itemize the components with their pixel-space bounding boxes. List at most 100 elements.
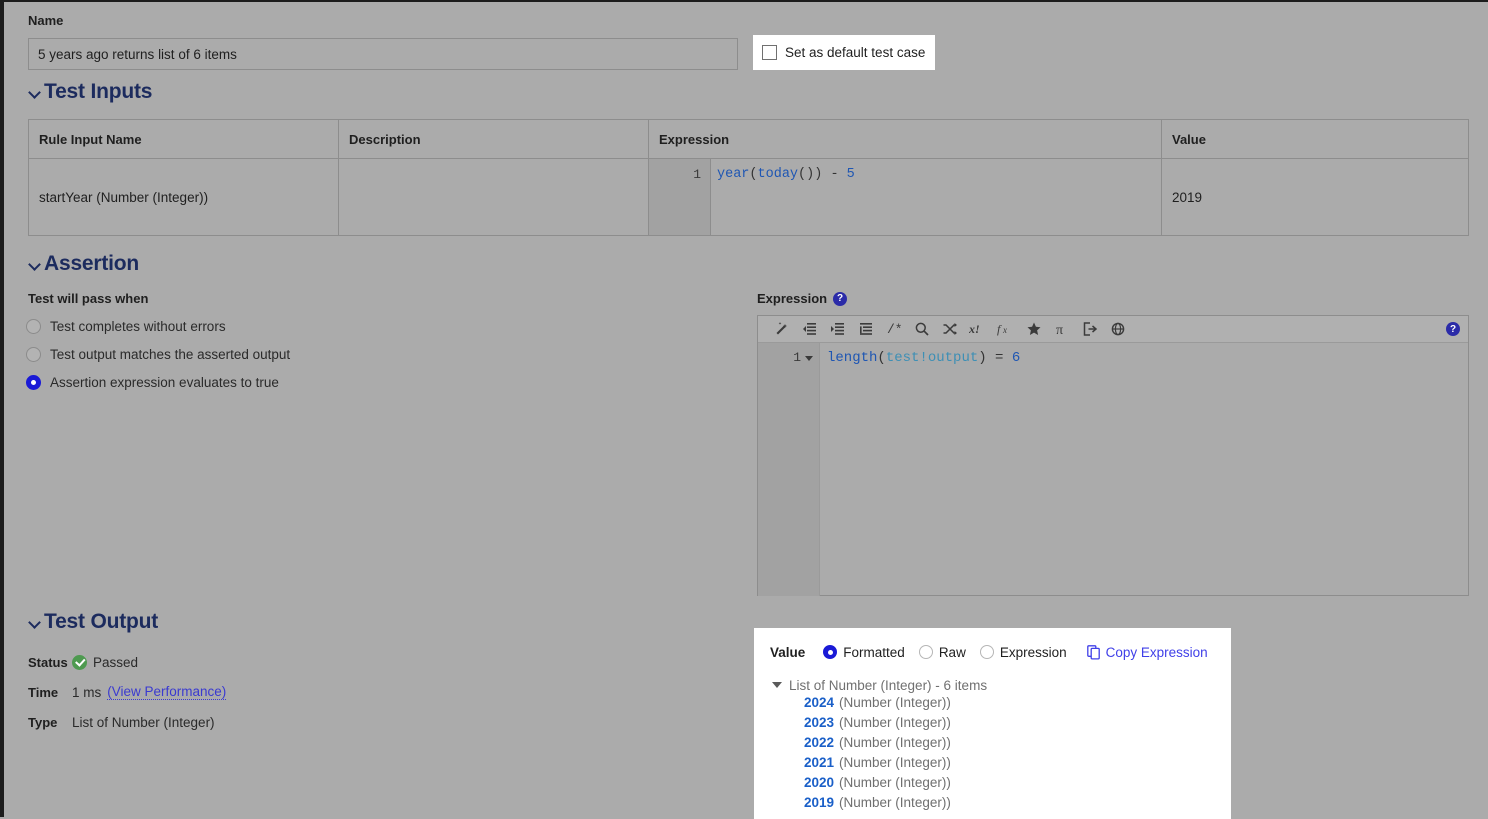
test-inputs-section-header[interactable]: Test Inputs — [28, 80, 152, 104]
shuffle-icon[interactable] — [936, 317, 964, 341]
option-label: Test output matches the asserted output — [50, 346, 291, 362]
chevron-down-icon — [28, 86, 41, 99]
type-row: Type List of Number (Integer) — [28, 707, 226, 737]
time-text: 1 ms — [72, 684, 102, 700]
cell-description — [338, 158, 649, 236]
table-header-row: Rule Input Name Description Expression V… — [28, 119, 1469, 159]
column-header-rule-input-name: Rule Input Name — [28, 119, 339, 159]
svg-text:π: π — [1056, 323, 1063, 337]
star-icon[interactable] — [1020, 317, 1048, 341]
input-expression-line-number: 1 — [649, 159, 711, 235]
mode-label: Formatted — [843, 644, 905, 660]
list-lines-icon[interactable] — [852, 317, 880, 341]
list-item: 2019 (Number (Integer)) — [770, 795, 1231, 815]
cell-expression[interactable]: 1 year(today()) - 5 — [648, 158, 1162, 236]
item-type: (Number (Integer)) — [839, 695, 951, 710]
triangle-down-icon[interactable] — [772, 682, 782, 688]
list-item: 2024 (Number (Integer)) — [770, 695, 1231, 715]
code-token-number: 5 — [846, 167, 855, 182]
item-type: (Number (Integer)) — [839, 775, 951, 790]
test-output-metadata: Status Passed Time 1 ms (View Performanc… — [28, 647, 227, 737]
set-as-default-test-case-row[interactable]: Set as default test case — [753, 35, 935, 70]
expression-editor-body[interactable]: 1 length(test!output) = 6 — [758, 343, 1468, 596]
output-value-panel: Value Formatted Raw Expression Copy Expr… — [754, 628, 1231, 819]
assertion-option-expression-evaluates-true[interactable]: Assertion expression evaluates to true — [26, 368, 290, 396]
item-value: 2022 — [804, 735, 835, 750]
column-header-description: Description — [338, 119, 649, 159]
cell-rule-input-name: startYear (Number (Integer)) — [28, 158, 339, 236]
item-type: (Number (Integer)) — [839, 795, 951, 810]
radio-icon-selected[interactable] — [823, 645, 838, 659]
value-mode-raw[interactable]: Raw — [918, 645, 966, 660]
globe-link-icon[interactable] — [1104, 317, 1132, 341]
code-token-equals: = — [986, 350, 1012, 366]
item-value: 2020 — [804, 775, 835, 790]
svg-text:x: x — [1002, 325, 1007, 335]
output-value-tree: List of Number (Integer) - 6 items 2024 … — [770, 675, 1231, 815]
expression-label-row: Expression ? — [757, 291, 848, 306]
svg-text:x!: x! — [969, 322, 980, 336]
indent-icon[interactable] — [824, 317, 852, 341]
search-icon[interactable] — [908, 317, 936, 341]
assertion-expression-editor[interactable]: /* x! fx π ? 1 length(test!output) = 6 — [757, 315, 1469, 596]
input-expression-code[interactable]: year(today()) - 5 — [711, 159, 855, 235]
test-output-heading-text: Test Output — [44, 610, 159, 633]
fold-caret-icon[interactable] — [805, 356, 813, 361]
code-token-today: today — [757, 167, 799, 182]
assertion-heading-text: Assertion — [44, 252, 140, 275]
editor-help-icon[interactable]: ? — [1446, 322, 1460, 336]
time-row: Time 1 ms (View Performance) — [28, 677, 227, 707]
name-input[interactable] — [28, 38, 738, 70]
assertion-option-completes-without-errors[interactable]: Test completes without errors — [26, 312, 290, 340]
function-icon[interactable]: fx — [992, 317, 1020, 341]
radio-icon[interactable] — [26, 318, 41, 334]
tree-root-row[interactable]: List of Number (Integer) - 6 items — [770, 675, 1231, 695]
item-value: 2019 — [804, 795, 835, 810]
list-item: 2020 (Number (Integer)) — [770, 775, 1231, 795]
type-text: List of Number (Integer) — [72, 714, 215, 730]
test-inputs-heading-text: Test Inputs — [44, 80, 153, 103]
svg-text:/*: /* — [887, 322, 902, 337]
chevron-down-icon — [28, 258, 41, 271]
code-token-six: 6 — [1011, 350, 1021, 366]
format-wand-icon[interactable] — [768, 317, 796, 341]
radio-icon[interactable] — [26, 346, 41, 362]
export-icon[interactable] — [1076, 317, 1104, 341]
expression-code[interactable]: length(test!output) = 6 — [820, 343, 1468, 596]
radio-icon[interactable] — [918, 645, 933, 659]
column-header-expression: Expression — [648, 119, 1162, 159]
help-icon[interactable]: ? — [833, 291, 848, 306]
list-item: 2022 (Number (Integer)) — [770, 735, 1231, 755]
outdent-icon[interactable] — [796, 317, 824, 341]
test-will-pass-when-label: Test will pass when — [28, 291, 149, 306]
expression-toolbar: /* x! fx π ? — [758, 316, 1468, 343]
code-token-test-output: test!output — [885, 350, 979, 366]
status-row: Status Passed — [28, 647, 226, 677]
copy-icon — [1086, 644, 1100, 660]
variable-bang-icon[interactable]: x! — [964, 317, 992, 341]
radio-icon-selected[interactable] — [26, 374, 41, 390]
value-title: Value — [770, 644, 806, 660]
table-row: startYear (Number (Integer)) 1 year(toda… — [28, 158, 1469, 236]
default-test-case-checkbox[interactable] — [762, 45, 777, 60]
view-performance-link[interactable]: (View Performance) — [107, 684, 227, 700]
assertion-option-matches-asserted-output[interactable]: Test output matches the asserted output — [26, 340, 290, 368]
type-key: Type — [28, 714, 58, 730]
test-output-section-header[interactable]: Test Output — [28, 610, 158, 634]
radio-icon[interactable] — [979, 645, 994, 659]
test-inputs-table: Rule Input Name Description Expression V… — [28, 119, 1469, 236]
pi-icon[interactable]: π — [1048, 317, 1076, 341]
comment-icon[interactable]: /* — [880, 317, 908, 341]
input-expression-editor[interactable]: 1 year(today()) - 5 — [649, 159, 1161, 235]
code-token-close-paren: ) — [978, 350, 987, 366]
time-key: Time — [28, 684, 59, 700]
chevron-down-icon — [28, 616, 41, 629]
assertion-section-header[interactable]: Assertion — [28, 252, 139, 276]
copy-expression-button[interactable]: Copy Expression — [1086, 644, 1208, 660]
value-mode-expression[interactable]: Expression — [979, 645, 1067, 660]
status-key: Status — [28, 654, 68, 670]
list-item: 2023 (Number (Integer)) — [770, 715, 1231, 735]
value-mode-formatted[interactable]: Formatted — [823, 645, 905, 660]
code-token-year: year — [717, 167, 750, 182]
list-item: 2021 (Number (Integer)) — [770, 755, 1231, 775]
